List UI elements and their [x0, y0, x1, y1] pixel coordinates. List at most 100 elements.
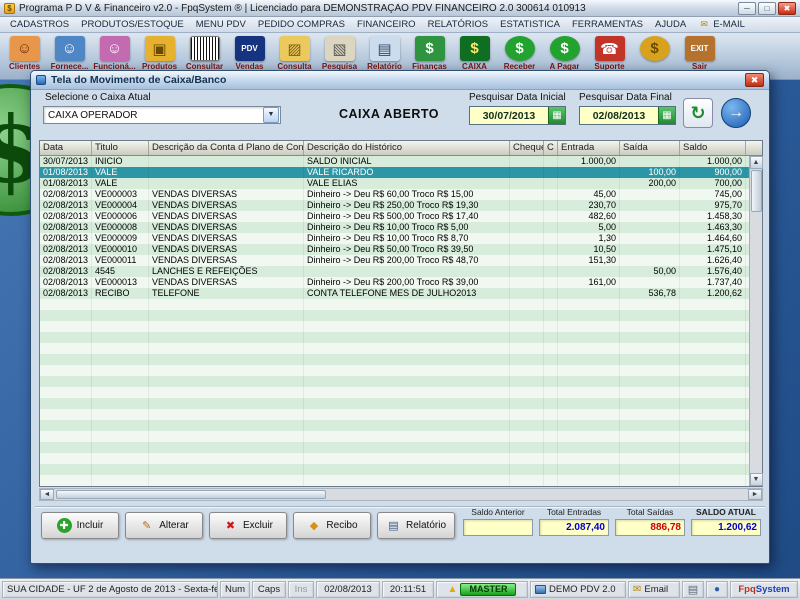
toolbar-item-receber[interactable]: $Receber: [497, 35, 542, 71]
toolbar-item-consulta[interactable]: ▨Consulta: [272, 35, 317, 71]
employees-icon: ☺: [100, 36, 130, 61]
table-row[interactable]: 02/08/2013VE000006VENDAS DIVERSASDinheir…: [40, 211, 749, 222]
cell-c: [544, 431, 558, 442]
pay-dollar-icon: $: [550, 36, 580, 61]
refresh-button[interactable]: ↻: [683, 98, 713, 128]
cell-historico: [304, 376, 510, 387]
cell-cheque: [510, 387, 544, 398]
menu-item-cadastros[interactable]: CADASTROS: [4, 18, 75, 31]
cell-titulo: RECIBO: [92, 288, 149, 299]
calendar-icon[interactable]: ▦: [658, 107, 675, 124]
table-row[interactable]: 02/08/20134545LANCHES E REFEIÇÕES50,001.…: [40, 266, 749, 277]
table-row[interactable]: 02/08/2013VE000008VENDAS DIVERSASDinheir…: [40, 222, 749, 233]
table-vertical-scrollbar[interactable]: ▲ ▼: [749, 156, 762, 486]
table-row[interactable]: 02/08/2013VE000004VENDAS DIVERSASDinheir…: [40, 200, 749, 211]
cell-c: [544, 332, 558, 343]
horizontal-scroll-thumb[interactable]: [56, 490, 326, 499]
cell-conta: [149, 343, 304, 354]
table-row[interactable]: 02/08/2013VE000003VENDAS DIVERSASDinheir…: [40, 189, 749, 200]
menu-item-menu-pdv[interactable]: MENU PDV: [190, 18, 252, 31]
toolbar-item-consultar[interactable]: Consultar: [182, 35, 227, 71]
toolbar-item-finan-as[interactable]: $Finanças: [407, 35, 452, 71]
cell-saldo: 1.200,62: [680, 288, 746, 299]
column-header-cheque: Cheque: [510, 141, 544, 155]
scroll-up-icon[interactable]: ▲: [750, 156, 763, 169]
toolbar-item-funcion[interactable]: ☺Funcioná...: [92, 35, 137, 71]
next-arrow-button[interactable]: →: [721, 98, 751, 128]
table-row-empty: [40, 409, 749, 420]
table-row[interactable]: 02/08/2013VE000010VENDAS DIVERSASDinheir…: [40, 244, 749, 255]
cell-saida: [620, 453, 680, 464]
menu-item-produtos-estoque[interactable]: PRODUTOS/ESTOQUE: [75, 18, 190, 31]
toolbar-item-suporte[interactable]: ☎Suporte: [587, 35, 632, 71]
relat-rio-button[interactable]: ▤Relatório: [377, 512, 455, 539]
incluir-button[interactable]: ✚Incluir: [41, 512, 119, 539]
caixa-select[interactable]: CAIXA OPERADOR ▼: [43, 106, 281, 124]
cell-cheque: [510, 431, 544, 442]
scroll-right-icon[interactable]: ►: [748, 489, 762, 500]
alterar-button[interactable]: ✎Alterar: [125, 512, 203, 539]
cell-saida: [620, 299, 680, 310]
toolbar-item-coins-icon[interactable]: $: [632, 35, 677, 61]
cell-c: [544, 442, 558, 453]
menu-item-financeiro[interactable]: FINANCEIRO: [351, 18, 422, 31]
excluir-button[interactable]: ✖Excluir: [209, 512, 287, 539]
cell-historico: [304, 310, 510, 321]
chevron-down-icon[interactable]: ▼: [263, 107, 279, 123]
toolbar-item-vendas[interactable]: PDVVendas: [227, 35, 272, 71]
table-row[interactable]: 02/08/2013VE000011VENDAS DIVERSASDinheir…: [40, 255, 749, 266]
button-label: Incluir: [77, 520, 104, 531]
menu-item-ferramentas[interactable]: FERRAMENTAS: [566, 18, 649, 31]
date-start-input[interactable]: 30/07/2013 ▦: [469, 106, 566, 125]
toolbar-item-pesquisa[interactable]: ▧Pesquisa: [317, 35, 362, 71]
status-network[interactable]: ●: [706, 581, 728, 598]
table-row[interactable]: 30/07/2013INICIOSALDO INICIAL1.000,001.0…: [40, 156, 749, 167]
menu-item-ajuda[interactable]: AJUDA: [649, 18, 692, 31]
menu-item-e-mail[interactable]: ✉E-MAIL: [692, 18, 751, 31]
table-header: DataTituloDescrição da Conta d Plano de …: [40, 141, 762, 156]
menu-item-pedido-compras[interactable]: PEDIDO COMPRAS: [252, 18, 351, 31]
total-value: 886,78: [615, 519, 685, 536]
report-doc-icon: ▤: [370, 36, 400, 61]
cell-cheque: [510, 365, 544, 376]
scroll-left-icon[interactable]: ◄: [40, 489, 54, 500]
menu-item-estatistica[interactable]: ESTATISTICA: [494, 18, 566, 31]
toolbar-item-caixa[interactable]: $CAIXA: [452, 35, 497, 71]
table-row[interactable]: 02/08/2013RECIBOTELEFONECONTA TELEFONE M…: [40, 288, 749, 299]
toolbar-item-sair[interactable]: EXITSair: [677, 35, 722, 71]
status-email[interactable]: ✉ Email: [628, 581, 680, 598]
cell-cheque: [510, 288, 544, 299]
cell-c: [544, 310, 558, 321]
menu-item-relat-rios[interactable]: RELATÓRIOS: [422, 18, 495, 31]
maximize-button[interactable]: □: [758, 2, 776, 15]
toolbar-item-fornece[interactable]: ☺Fornece...: [47, 35, 92, 71]
table-row[interactable]: 01/08/2013VALEVALE RICARDO100,00900,00: [40, 167, 749, 178]
cell-cheque: [510, 420, 544, 431]
status-demo-label: DEMO PDV 2.0: [549, 584, 616, 595]
table-row[interactable]: 02/08/2013VE000013VENDAS DIVERSASDinheir…: [40, 277, 749, 288]
window-close-button[interactable]: ✖: [745, 73, 764, 87]
toolbar-item-relat-rio[interactable]: ▤Relatório: [362, 35, 407, 71]
vertical-scroll-thumb[interactable]: [751, 170, 762, 212]
table-horizontal-scrollbar[interactable]: ◄ ►: [39, 488, 763, 501]
close-button[interactable]: ✖: [778, 2, 796, 15]
toolbar-item-clientes[interactable]: ☺Clientes: [2, 35, 47, 71]
minimize-button[interactable]: ─: [738, 2, 756, 15]
table-row[interactable]: 02/08/2013VE000009VENDAS DIVERSASDinheir…: [40, 233, 749, 244]
table-row[interactable]: 01/08/2013VALEVALE ELIAS200,00700,00: [40, 178, 749, 189]
recibo-button[interactable]: ◆Recibo: [293, 512, 371, 539]
date-end-input[interactable]: 02/08/2013 ▦: [579, 106, 676, 125]
cell-historico: Dinheiro -> Deu R$ 10,00 Troco R$ 8,70: [304, 233, 510, 244]
table-row-empty: [40, 299, 749, 310]
status-printer[interactable]: ▤: [682, 581, 704, 598]
cell-entrada: [558, 387, 620, 398]
cell-historico: [304, 420, 510, 431]
toolbar-item-a-pagar[interactable]: $A Pagar: [542, 35, 587, 71]
button-label: Recibo: [326, 520, 357, 531]
calendar-icon[interactable]: ▦: [548, 107, 565, 124]
table-row-empty: [40, 310, 749, 321]
scroll-down-icon[interactable]: ▼: [750, 473, 763, 486]
toolbar-item-produtos[interactable]: ▣Produtos: [137, 35, 182, 71]
cell-saldo: 1.475,10: [680, 244, 746, 255]
cell-titulo: VALE: [92, 167, 149, 178]
